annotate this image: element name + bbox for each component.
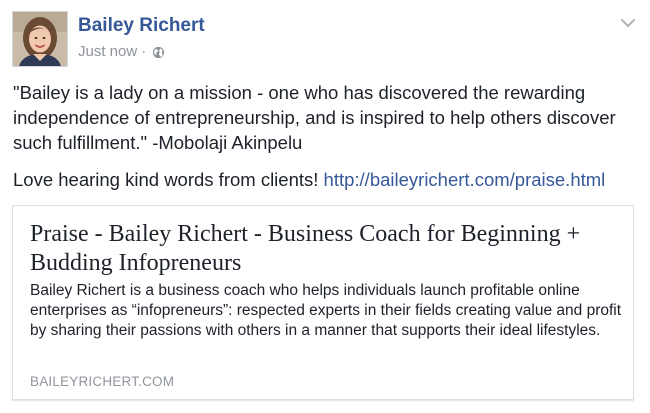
meta-separator: ·: [141, 43, 147, 60]
globe-icon[interactable]: [152, 46, 165, 59]
facebook-post: Bailey Richert Just now · "Bailey is a l…: [0, 0, 650, 413]
post-message-text: Love hearing kind words from clients!: [13, 169, 324, 190]
post-quote-text: "Bailey is a lady on a mission - one who…: [13, 82, 616, 153]
link-preview-domain: BAILEYRICHERT.COM: [30, 374, 175, 389]
profile-photo: [13, 12, 67, 66]
post-timestamp[interactable]: Just now: [78, 43, 137, 61]
author-name-link[interactable]: Bailey Richert: [78, 15, 205, 37]
link-preview-title[interactable]: Praise - Bailey Richert - Business Coach…: [30, 220, 625, 278]
link-preview-description: Bailey Richert is a business coach who h…: [30, 282, 622, 339]
praise-page-link[interactable]: http://baileyrichert.com/praise.html: [324, 169, 606, 190]
post-meta: Just now ·: [78, 43, 165, 61]
chevron-down-icon[interactable]: [620, 16, 636, 30]
post-message: Love hearing kind words from clients! ht…: [13, 167, 605, 192]
link-preview-card[interactable]: Praise - Bailey Richert - Business Coach…: [12, 205, 634, 400]
avatar[interactable]: [12, 11, 68, 67]
